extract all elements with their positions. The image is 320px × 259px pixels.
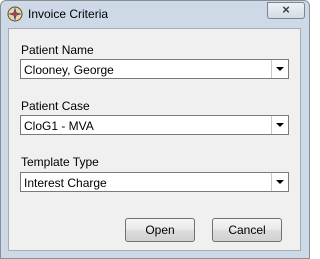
invoice-criteria-window: Invoice Criteria × Patient Name Clooney,… bbox=[0, 0, 310, 259]
patient-case-label: Patient Case bbox=[21, 99, 90, 113]
close-button[interactable]: × bbox=[267, 2, 305, 19]
template-type-value: Interest Charge bbox=[24, 176, 107, 190]
template-type-dropdown-button[interactable] bbox=[271, 173, 288, 191]
patient-case-select[interactable]: CloG1 - MVA bbox=[20, 115, 289, 135]
template-type-select[interactable]: Interest Charge bbox=[20, 172, 289, 192]
chevron-down-icon bbox=[276, 123, 284, 127]
close-icon: × bbox=[282, 2, 290, 17]
patient-case-dropdown-button[interactable] bbox=[271, 116, 288, 134]
title-bar[interactable]: Invoice Criteria × bbox=[1, 1, 309, 27]
open-button[interactable]: Open bbox=[125, 218, 195, 242]
patient-name-select[interactable]: Clooney, George bbox=[20, 59, 289, 79]
patient-name-value: Clooney, George bbox=[24, 63, 114, 77]
dialog-body: Patient Name Clooney, George Patient Cas… bbox=[8, 28, 301, 251]
window-title: Invoice Criteria bbox=[28, 7, 109, 21]
patient-name-dropdown-button[interactable] bbox=[271, 60, 288, 78]
app-icon bbox=[7, 6, 23, 22]
template-type-label: Template Type bbox=[21, 155, 99, 169]
patient-case-value: CloG1 - MVA bbox=[24, 119, 94, 133]
patient-name-label: Patient Name bbox=[21, 43, 94, 57]
chevron-down-icon bbox=[276, 67, 284, 71]
cancel-button[interactable]: Cancel bbox=[212, 218, 282, 242]
chevron-down-icon bbox=[276, 180, 284, 184]
